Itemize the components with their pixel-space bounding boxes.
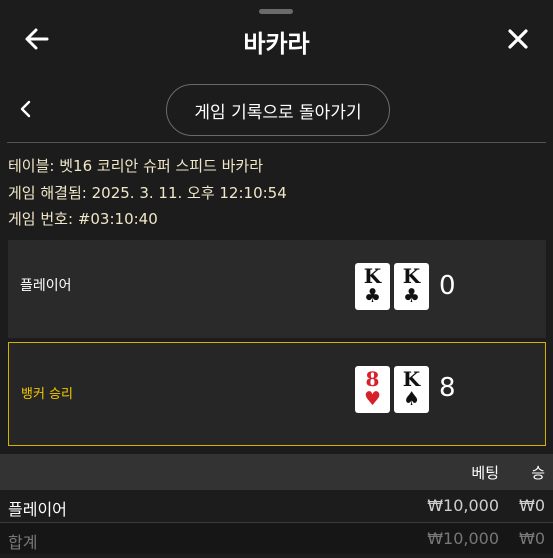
bet-name: 플레이어 — [8, 500, 67, 519]
total-label: 합계 — [8, 533, 38, 552]
header: 바카라 — [0, 14, 553, 66]
player-score: 0 — [439, 271, 456, 301]
card-rank: K — [363, 264, 382, 288]
table-value: 벳16 코리안 슈퍼 스피드 바카라 — [59, 157, 264, 175]
win-amount: ₩0 — [519, 496, 545, 515]
subnav: 게임 기록으로 돌아가기 — [0, 80, 553, 140]
page-title: 바카라 — [243, 30, 310, 58]
table-label: 테이블: — [8, 157, 55, 175]
bet-column-header: 베팅 — [471, 464, 499, 482]
win-column-header: 승 — [531, 464, 545, 482]
divider — [7, 142, 546, 143]
close-icon[interactable] — [507, 28, 529, 50]
player-hand-row: 플레이어 K ♣ K ♣ 0 — [8, 240, 546, 338]
banker-score: 8 — [439, 373, 456, 403]
card-rank: K — [402, 264, 421, 288]
card-rank: K — [402, 367, 421, 391]
card-rank: 8 — [365, 367, 380, 391]
banker-hand-label: 뱅커 승리 — [21, 387, 73, 402]
resolved-info: 게임 해결됨: 2025. 3. 11. 오후 12:10:54 — [8, 182, 287, 203]
resolved-label: 게임 해결됨: — [8, 184, 87, 202]
playing-card: K ♣ — [394, 263, 429, 310]
game-number-value: #03:10:40 — [77, 210, 158, 228]
club-icon: ♣ — [363, 285, 382, 307]
playing-card: K ♠ — [394, 366, 429, 413]
total-bet-amount: ₩10,000 — [427, 529, 499, 548]
playing-card: 8 ♥ — [355, 366, 390, 413]
back-to-history-button[interactable]: 게임 기록으로 돌아가기 — [166, 84, 390, 136]
resolved-value: 2025. 3. 11. 오후 12:10:54 — [91, 184, 287, 202]
bet-amount: ₩10,000 — [427, 496, 499, 515]
game-number-info: 게임 번호: #03:10:40 — [8, 208, 158, 229]
playing-card: K ♣ — [355, 263, 390, 310]
total-win-amount: ₩0 — [519, 529, 545, 548]
table-row: 플레이어 ₩10,000 ₩0 — [0, 490, 553, 522]
table-info: 테이블: 벳16 코리안 슈퍼 스피드 바카라 — [8, 155, 263, 176]
chevron-left-icon[interactable] — [18, 100, 34, 118]
club-icon: ♣ — [402, 285, 421, 307]
bets-table-header: 베팅 승 — [0, 454, 553, 490]
game-number-label: 게임 번호: — [8, 210, 74, 228]
heart-icon: ♥ — [363, 388, 382, 410]
table-total-row: 합계 ₩10,000 ₩0 — [0, 522, 553, 554]
banker-hand-row: 뱅커 승리 8 ♥ K ♠ 8 — [8, 342, 546, 446]
player-hand-label: 플레이어 — [20, 278, 72, 294]
spade-icon: ♠ — [402, 388, 421, 410]
